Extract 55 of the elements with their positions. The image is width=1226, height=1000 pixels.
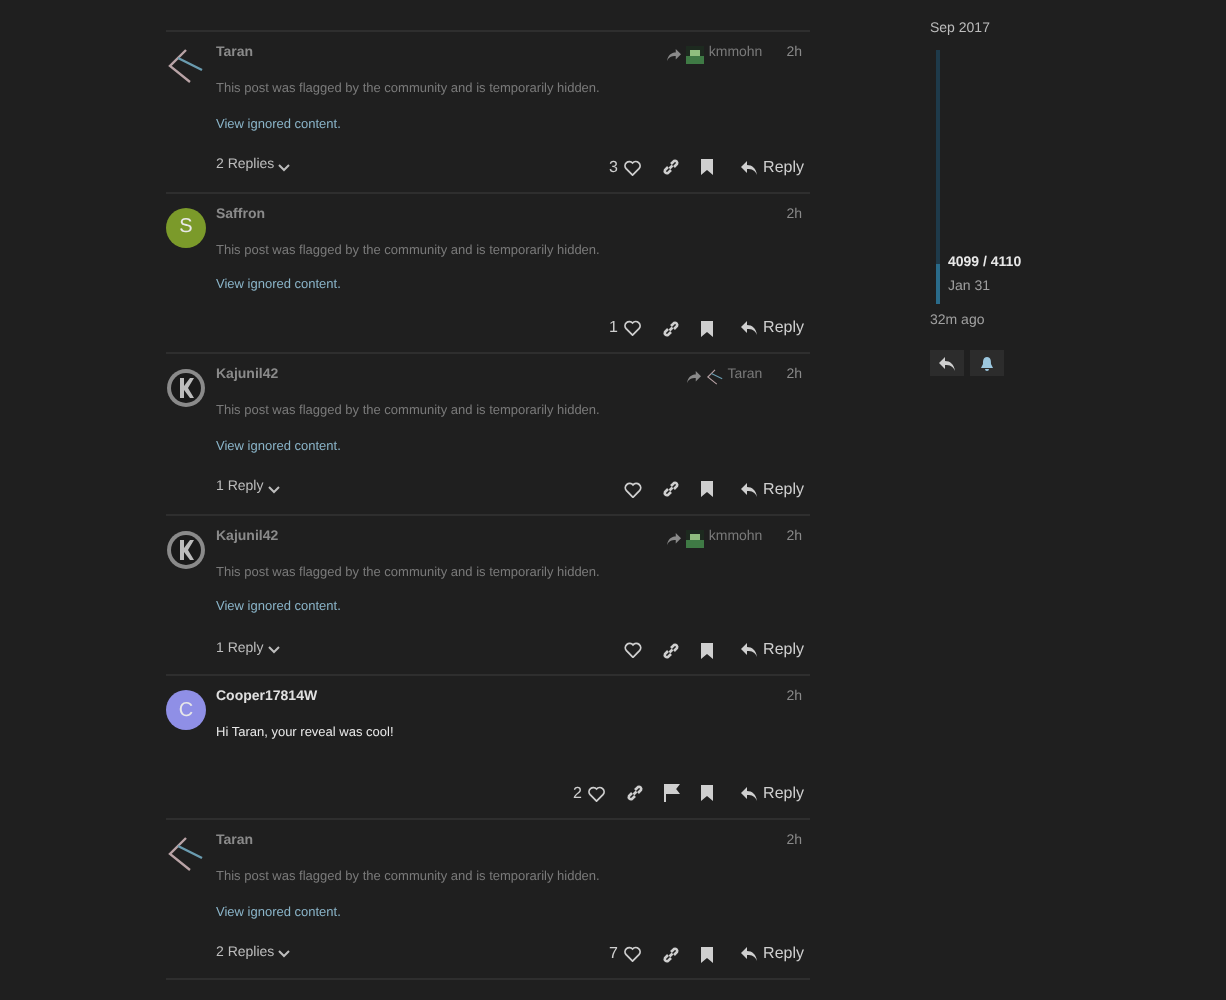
timeline-track[interactable] <box>936 49 940 303</box>
link-icon[interactable] <box>661 945 680 964</box>
reply-to-icon <box>666 48 683 62</box>
reply-button[interactable] <box>930 350 964 376</box>
chevron-down-icon <box>278 950 291 959</box>
reply-button[interactable]: Reply <box>739 316 804 340</box>
heart-icon[interactable] <box>623 481 642 497</box>
reply-button[interactable]: Reply <box>739 781 804 806</box>
user-avatar: C <box>166 690 206 730</box>
stick-figure-icon <box>166 46 206 86</box>
reply-button[interactable]: Reply <box>739 638 804 662</box>
bookmark-icon[interactable] <box>699 158 714 176</box>
user-avatar: S <box>166 207 206 247</box>
heart-icon[interactable] <box>623 642 642 658</box>
stick-figure-icon <box>166 833 206 874</box>
chevron-down-icon <box>267 646 280 654</box>
heart-icon[interactable] <box>624 159 642 175</box>
reply-icon <box>739 481 758 497</box>
chevron-down-icon <box>278 163 291 171</box>
reply-button[interactable]: Reply <box>739 942 804 967</box>
flag-icon[interactable] <box>663 784 680 803</box>
chevron-down-icon <box>267 485 280 493</box>
notification-bell-button[interactable] <box>970 350 1004 376</box>
reply-icon <box>739 785 758 802</box>
link-icon[interactable] <box>661 319 680 337</box>
reply-icon <box>739 320 758 336</box>
bell-icon <box>980 355 994 371</box>
user-avatar <box>166 368 206 408</box>
bookmark-icon[interactable] <box>699 945 714 964</box>
link-icon[interactable] <box>661 158 680 176</box>
bookmark-icon[interactable] <box>699 641 714 659</box>
like-count: 2 <box>573 781 582 806</box>
reply-to-icon <box>666 531 683 545</box>
heart-icon[interactable] <box>624 946 642 963</box>
reply-icon <box>739 642 758 658</box>
reply-button[interactable]: Reply <box>739 477 804 501</box>
bookmark-icon[interactable] <box>699 319 714 337</box>
link-icon[interactable] <box>661 480 680 498</box>
heart-icon[interactable] <box>588 785 606 802</box>
like-count: 3 <box>609 155 618 179</box>
like-count: 1 <box>609 316 618 340</box>
heart-icon[interactable] <box>624 320 642 336</box>
bookmark-icon[interactable] <box>699 784 714 803</box>
bookmark-icon[interactable] <box>699 480 714 498</box>
reply-icon <box>938 355 956 371</box>
link-icon[interactable] <box>625 784 644 803</box>
reply-button[interactable]: Reply <box>739 155 804 179</box>
reply-icon <box>739 946 758 963</box>
timeline-handle[interactable] <box>936 264 940 303</box>
reply-icon <box>739 159 758 175</box>
stick-figure-icon <box>705 368 724 386</box>
reply-to-icon <box>685 370 702 384</box>
user-avatar <box>166 529 206 569</box>
link-icon[interactable] <box>661 641 680 659</box>
like-count: 7 <box>609 942 618 967</box>
